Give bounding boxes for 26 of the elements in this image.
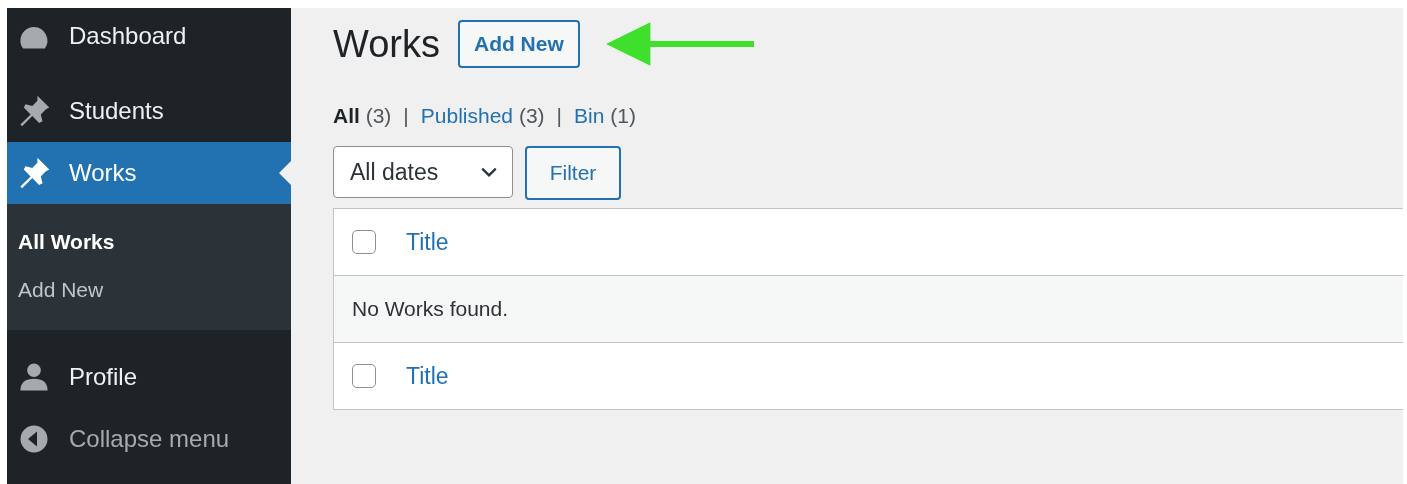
sidebar-item[interactable]: Dashboard — [7, 8, 291, 80]
select-all-checkbox[interactable] — [352, 230, 376, 254]
title-column-header[interactable]: Title — [406, 228, 449, 256]
filter-button[interactable]: Filter — [525, 146, 621, 200]
collapse-menu-button[interactable]: Collapse menu — [7, 408, 291, 470]
chevron-down-icon — [480, 166, 498, 178]
submenu-item[interactable]: Add New — [7, 266, 291, 314]
sidebar-item[interactable]: Profile — [7, 346, 291, 408]
page-title: Works — [333, 22, 440, 66]
title-column-header[interactable]: Title — [406, 362, 449, 390]
sidebar-item[interactable]: Students — [7, 80, 291, 142]
select-all-checkbox[interactable] — [352, 364, 376, 388]
submenu-item[interactable]: All Works — [7, 218, 291, 266]
view-filter-link[interactable]: All (3) — [333, 104, 392, 128]
empty-message: No Works found. — [352, 297, 508, 321]
sidebar-item[interactable]: Works — [7, 142, 291, 204]
separator: | — [556, 104, 563, 128]
view-filter-link[interactable]: Bin (1) — [574, 104, 636, 128]
collapse-icon — [19, 424, 49, 454]
person-icon — [17, 360, 51, 394]
view-filter-link[interactable]: Published (3) — [420, 104, 545, 128]
pin-icon — [17, 94, 51, 128]
date-dropdown[interactable]: All dates — [333, 146, 513, 198]
pin-icon — [17, 156, 51, 190]
add-new-button[interactable]: Add New — [457, 20, 580, 68]
separator: | — [403, 104, 409, 128]
